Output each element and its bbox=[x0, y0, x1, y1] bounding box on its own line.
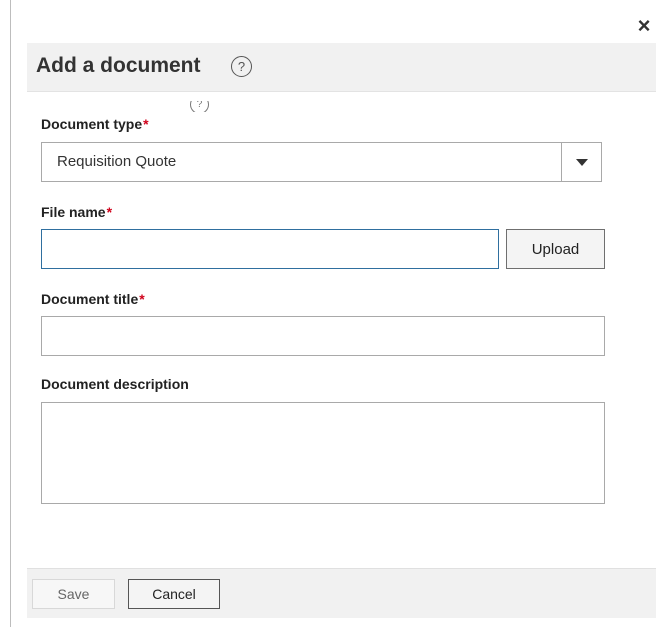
file-name-label-text: File name bbox=[41, 204, 106, 220]
required-marker: * bbox=[143, 116, 149, 132]
add-document-dialog: Add a document ? Document type* ? Requis… bbox=[27, 43, 656, 618]
file-name-label: File name* bbox=[41, 204, 112, 220]
cancel-button[interactable]: Cancel bbox=[128, 579, 220, 609]
dialog-title: Add a document bbox=[36, 54, 201, 77]
document-description-label: Document description bbox=[41, 376, 189, 392]
required-marker: * bbox=[139, 291, 145, 307]
upload-button[interactable]: Upload bbox=[506, 229, 605, 269]
document-type-select[interactable]: Requisition Quote bbox=[41, 142, 602, 182]
document-title-label: Document title* bbox=[41, 291, 145, 307]
document-type-label: Document type* bbox=[41, 116, 149, 132]
file-name-input[interactable] bbox=[41, 229, 499, 269]
help-icon[interactable]: ? bbox=[231, 56, 252, 77]
document-title-label-text: Document title bbox=[41, 291, 139, 307]
document-type-label-text: Document type bbox=[41, 116, 143, 132]
dialog-footer: Save Cancel bbox=[27, 568, 656, 618]
required-marker: * bbox=[106, 204, 113, 220]
document-title-input[interactable] bbox=[41, 316, 605, 356]
document-description-textarea[interactable] bbox=[41, 402, 605, 504]
document-type-selected-value: Requisition Quote bbox=[57, 153, 177, 170]
page: × Add a document ? Document type* ? Requ… bbox=[0, 0, 658, 627]
left-divider bbox=[10, 0, 11, 627]
chevron-down-icon[interactable] bbox=[561, 143, 601, 181]
save-button[interactable]: Save bbox=[32, 579, 115, 609]
close-icon[interactable]: × bbox=[634, 14, 654, 38]
field-help-icon[interactable]: ? bbox=[190, 101, 210, 112]
dialog-header: Add a document ? bbox=[27, 43, 656, 92]
